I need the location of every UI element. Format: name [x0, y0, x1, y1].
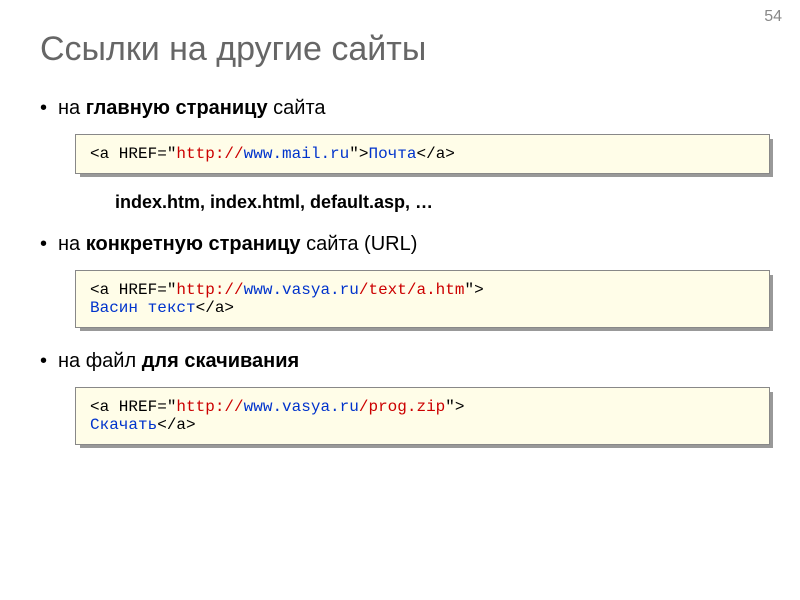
bullet-suffix: сайта	[268, 97, 326, 119]
bullet-bold: конкретную страницу	[86, 233, 301, 255]
code-link-text: Васин текст	[90, 299, 196, 317]
code-path: /text/a.htm	[359, 281, 465, 299]
index-note: index.htm, index.html, default.asp, …	[115, 192, 770, 213]
code-url: www.vasya.ru	[244, 398, 359, 416]
code-example-2: <a HREF="http://www.vasya.ru/text/a.htm"…	[75, 270, 770, 328]
code-close-attr: ">	[445, 398, 464, 416]
bullet-specific-page: на конкретную страницу сайта (URL)	[40, 233, 770, 256]
bullet-download-file: на файл для скачивания	[40, 350, 770, 373]
code-close-attr: ">	[464, 281, 483, 299]
bullet-bold: для скачивания	[142, 350, 300, 372]
code-tag-close: </a>	[416, 145, 454, 163]
code-close-attr: ">	[349, 145, 368, 163]
code-tag-close: </a>	[196, 299, 234, 317]
bullet-main-page: на главную страницу сайта	[40, 97, 770, 120]
bullet-prefix: на	[58, 97, 86, 119]
code-tag-open: <a	[90, 145, 109, 163]
bullet-prefix: на файл	[58, 350, 142, 372]
code-tag-close: </a>	[157, 416, 195, 434]
bullet-bold: главную страницу	[86, 97, 268, 119]
code-protocol: http://	[176, 145, 243, 163]
code-url: www.vasya.ru	[244, 281, 359, 299]
bullet-prefix: на	[58, 233, 86, 255]
slide-content: Ссылки на другие сайты на главную страни…	[0, 0, 800, 483]
code-href: HREF="	[109, 281, 176, 299]
code-url: www.mail.ru	[244, 145, 350, 163]
code-tag-open: <a	[90, 398, 109, 416]
slide-title: Ссылки на другие сайты	[40, 30, 770, 69]
bullet-suffix: сайта (URL)	[301, 233, 418, 255]
page-number: 54	[764, 8, 782, 26]
code-link-text: Скачать	[90, 416, 157, 434]
code-protocol: http://	[176, 398, 243, 416]
code-example-1: <a HREF="http://www.mail.ru">Почта</a>	[75, 134, 770, 174]
code-href: HREF="	[109, 145, 176, 163]
code-link-text: Почта	[368, 145, 416, 163]
code-tag-open: <a	[90, 281, 109, 299]
code-example-3: <a HREF="http://www.vasya.ru/prog.zip"> С…	[75, 387, 770, 445]
code-path: /prog.zip	[359, 398, 445, 416]
code-protocol: http://	[176, 281, 243, 299]
code-href: HREF="	[109, 398, 176, 416]
